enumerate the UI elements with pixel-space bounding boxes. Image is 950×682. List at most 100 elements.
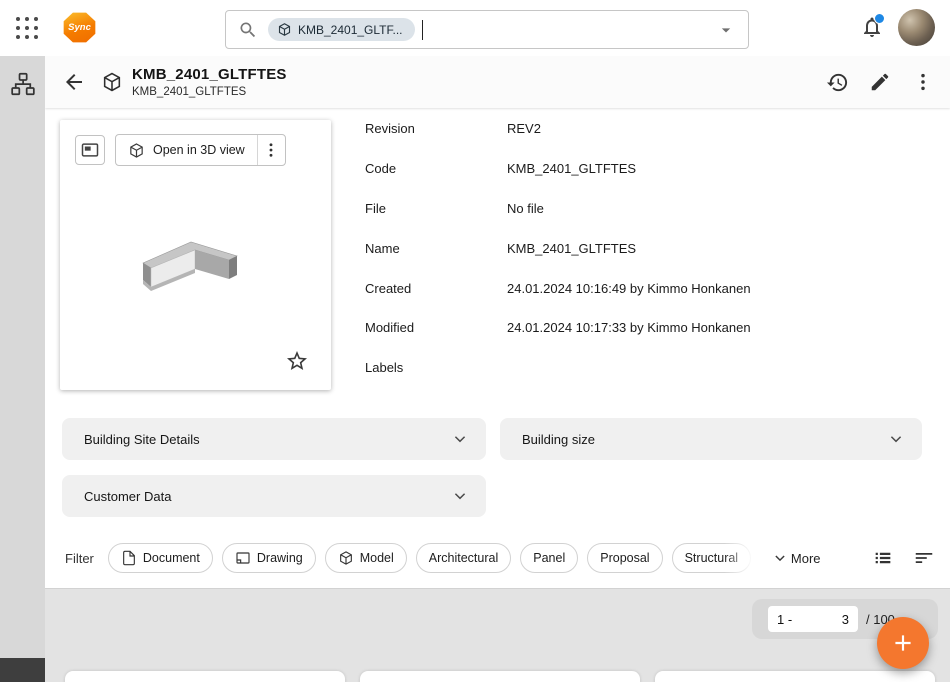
- back-arrow-icon: [62, 70, 86, 94]
- detail-label: Revision: [365, 121, 507, 136]
- sidebar-bottom-panel[interactable]: [0, 658, 45, 682]
- detail-label: File: [365, 201, 507, 216]
- drawing-icon: [235, 550, 251, 566]
- search-dropdown-button[interactable]: [716, 20, 736, 40]
- document-icon: [121, 550, 137, 566]
- view-controls: [872, 547, 950, 569]
- chip-proposal[interactable]: Proposal: [587, 543, 662, 573]
- detail-row: Modified 24.01.2024 10:17:33 by Kimmo Ho…: [365, 308, 930, 348]
- section-label: Customer Data: [84, 489, 171, 504]
- page-header: KMB_2401_GLTFTES KMB_2401_GLTFTES: [45, 56, 950, 108]
- title-block: KMB_2401_GLTFTES KMB_2401_GLTFTES: [132, 66, 287, 98]
- result-card[interactable]: [360, 671, 640, 682]
- more-filters-button[interactable]: More: [765, 548, 827, 568]
- search-input[interactable]: [423, 21, 716, 38]
- open-3d-view-button[interactable]: Open in 3D view: [116, 135, 257, 165]
- section-building-size[interactable]: Building size: [500, 418, 922, 460]
- chip-structural[interactable]: Structural: [672, 543, 752, 573]
- page-range-to: 3: [842, 612, 849, 627]
- chip-drawing[interactable]: Drawing: [222, 543, 316, 573]
- detail-label: Labels: [365, 360, 507, 375]
- page-subtitle: KMB_2401_GLTFTES: [132, 86, 287, 98]
- detail-row: Labels: [365, 348, 930, 388]
- chip-label: Proposal: [600, 551, 649, 565]
- model-3d-thumbnail[interactable]: [115, 212, 275, 322]
- filter-bar: Filter Document Drawing Model Architectu…: [45, 538, 950, 578]
- results-area: 1 - 3 / 100: [45, 588, 950, 682]
- chip-label: Panel: [533, 551, 565, 565]
- view-list-icon: [872, 547, 894, 569]
- detail-row: Created 24.01.2024 10:16:49 by Kimmo Hon…: [365, 268, 930, 308]
- chip-document[interactable]: Document: [108, 543, 213, 573]
- section-label: Building size: [522, 432, 595, 447]
- chevron-down-icon: [886, 429, 906, 449]
- detail-label: Name: [365, 241, 507, 256]
- app-window: Sync KMB_2401_GLTF...: [0, 0, 950, 682]
- chip-architectural[interactable]: Architectural: [416, 543, 511, 573]
- sort-button[interactable]: [913, 547, 935, 569]
- plus-icon: [890, 630, 916, 656]
- back-button[interactable]: [57, 65, 91, 99]
- sort-icon: [913, 547, 935, 569]
- top-bar: Sync KMB_2401_GLTF...: [0, 0, 950, 56]
- detail-label: Created: [365, 281, 507, 296]
- page-title: KMB_2401_GLTFTES: [132, 66, 287, 83]
- detail-value: No file: [507, 201, 544, 216]
- search-icon: [238, 20, 258, 40]
- model-cube-icon: [338, 550, 354, 566]
- detail-label: Modified: [365, 320, 507, 335]
- more-label: More: [791, 551, 821, 566]
- detail-value: 24.01.2024 10:17:33 by Kimmo Honkanen: [507, 320, 751, 335]
- chip-label: Model: [360, 551, 394, 565]
- open-3d-group: Open in 3D view: [115, 134, 286, 166]
- filter-label: Filter: [65, 551, 94, 566]
- more-vert-icon: [262, 141, 280, 159]
- page-range-box[interactable]: 1 - 3: [768, 606, 858, 632]
- sync-logo[interactable]: Sync: [63, 12, 96, 43]
- detail-value: KMB_2401_GLTFTES: [507, 161, 636, 176]
- edit-button[interactable]: [863, 65, 897, 99]
- section-customer-data[interactable]: Customer Data: [62, 475, 486, 517]
- detail-label: Code: [365, 161, 507, 176]
- apps-menu-button[interactable]: [13, 14, 41, 42]
- detail-value: KMB_2401_GLTFTES: [507, 241, 636, 256]
- section-building-site-details[interactable]: Building Site Details: [62, 418, 486, 460]
- user-avatar[interactable]: [898, 9, 935, 46]
- preview-more-button[interactable]: [258, 135, 285, 165]
- result-card[interactable]: [655, 671, 935, 682]
- more-options-button[interactable]: [906, 65, 940, 99]
- chip-model[interactable]: Model: [325, 543, 407, 573]
- details-panel: Revision REV2 Code KMB_2401_GLTFTES File…: [365, 109, 930, 388]
- sync-logo-text: Sync: [68, 22, 91, 33]
- search-scope-chip[interactable]: KMB_2401_GLTF...: [268, 18, 415, 41]
- model-icon: [101, 71, 123, 93]
- header-actions: [820, 65, 940, 99]
- chevron-down-icon: [771, 549, 789, 567]
- search-bar[interactable]: KMB_2401_GLTF...: [225, 10, 749, 49]
- result-card[interactable]: [65, 671, 345, 682]
- notifications-button[interactable]: [858, 14, 886, 42]
- cube-3d-icon: [128, 142, 145, 159]
- detail-row: Revision REV2: [365, 109, 930, 149]
- chevron-down-icon: [450, 429, 470, 449]
- apps-grid-icon: [16, 17, 38, 39]
- favorite-star-button[interactable]: [285, 349, 309, 373]
- add-button[interactable]: [877, 617, 929, 669]
- star-icon: [285, 349, 309, 373]
- open-3d-label: Open in 3D view: [153, 143, 245, 157]
- chip-label: Document: [143, 551, 200, 565]
- detail-value: REV2: [507, 121, 541, 136]
- thumbnail-view-button[interactable]: [75, 135, 105, 165]
- more-vert-icon: [912, 71, 934, 93]
- detail-value: 24.01.2024 10:16:49 by Kimmo Honkanen: [507, 281, 751, 296]
- filter-chips: Document Drawing Model Architectural Pan…: [108, 543, 760, 573]
- preview-toolbar: Open in 3D view: [75, 134, 286, 166]
- list-view-button[interactable]: [872, 547, 894, 569]
- picture-in-picture-icon: [80, 140, 100, 160]
- sidebar-hierarchy-button[interactable]: [10, 71, 36, 97]
- model-chip-icon: [277, 22, 292, 37]
- notification-dot: [874, 13, 885, 24]
- chip-panel[interactable]: Panel: [520, 543, 578, 573]
- history-button[interactable]: [820, 65, 854, 99]
- history-icon: [826, 71, 849, 94]
